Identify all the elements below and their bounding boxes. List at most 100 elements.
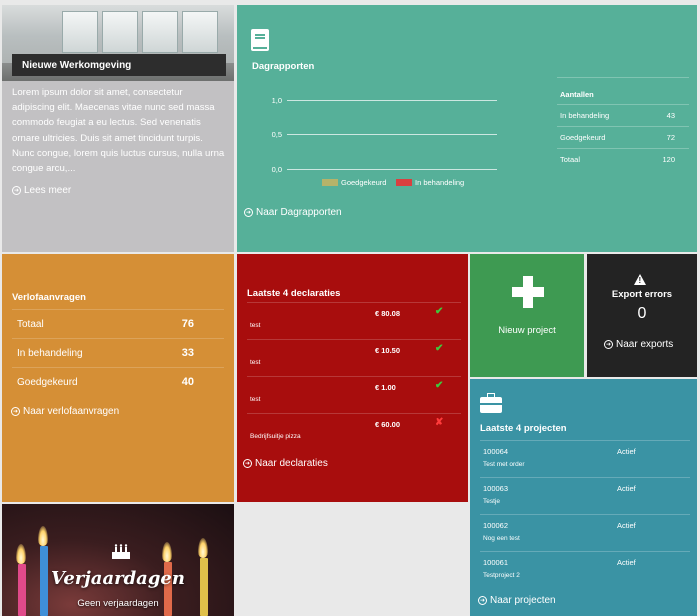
verjaardagen-subtitle: Geen verjaardagen [77,598,159,609]
arrow-circle-icon: ➜ [11,407,20,416]
project-status: Actief [617,484,636,493]
verlof-label: Goedgekeurd [17,376,78,388]
new-project-button[interactable]: Nieuw project [470,254,584,377]
new-project-label: Nieuw project [498,325,556,336]
book-icon [251,29,269,51]
plus-icon [512,276,544,308]
dagrapporten-tile: Dagrapporten 1,0 0,5 0,0 Goedgekeurd In … [237,5,697,252]
declaratie-item: € 80.08 ✔ test [247,302,461,339]
project-item: 100061 Actief Testproject 2 [480,551,690,588]
check-icon: ✔ [435,380,444,391]
projecten-link-label: Naar projecten [490,595,556,606]
counts-row: Totaal 120 [557,148,689,170]
declaraties-link-label: Naar declaraties [255,458,328,469]
export-count: 0 [637,305,647,322]
declaratie-amount: € 1.00 [375,383,396,392]
counts-value: 72 [666,133,675,142]
arrow-circle-icon: ➜ [478,596,487,605]
candle-flame [16,544,26,564]
project-number: 100062 [483,521,509,530]
project-number: 100061 [483,558,509,567]
projecten-title: Laatste 4 projecten [480,423,567,434]
counts-row: Goedgekeurd 72 [557,126,689,148]
project-number: 100064 [483,447,509,456]
project-status: Actief [617,447,636,456]
project-item: 100063 Actief Testje [480,477,690,514]
window-decoration [142,11,178,53]
briefcase-icon [480,393,502,413]
declaraties-tile: Laatste 4 declaraties € 80.08 ✔ test € 1… [237,254,468,502]
y-tick-label: 0,5 [271,130,282,139]
news-body: Lorem ipsum dolor sit amet, consectetur … [12,87,225,175]
dagrapporten-link[interactable]: ➜ Naar Dagrapporten [244,207,342,218]
declaratie-desc: test [250,396,261,403]
project-status: Actief [617,558,636,567]
check-icon: ✔ [435,306,444,317]
legend-label: Goedgekeurd [341,178,387,187]
declaratie-item: € 1.00 ✔ test [247,376,461,413]
verlof-link-label: Naar verlofaanvragen [23,406,120,417]
project-item: 100064 Actief Test met order [480,440,690,477]
declaraties-title: Laatste 4 declaraties [247,288,341,299]
project-name: Testje [483,498,500,505]
arrow-circle-icon: ➜ [604,340,613,349]
read-more-label: Lees meer [24,185,72,196]
declaraties-link[interactable]: ➜ Naar declaraties [243,458,328,469]
declaratie-desc: test [250,322,261,329]
project-name: Nog een test [483,535,520,542]
legend-swatch [396,179,412,186]
verlof-value: 33 [181,347,194,359]
candle-flame [198,538,208,558]
cross-icon: ✘ [435,417,444,428]
declaraties-list: € 80.08 ✔ test € 10.50 ✔ test € 1.00 ✔ t… [247,302,461,450]
legend-swatch [322,179,338,186]
project-status: Actief [617,521,636,530]
verlof-list: Totaal 76 In behandeling 33 Goedgekeurd … [12,309,224,396]
counts-label: Goedgekeurd [560,133,606,142]
dagrapporten-link-label: Naar Dagrapporten [256,207,342,218]
counts-label: Totaal [560,155,581,164]
legend-item: In behandeling [396,178,464,187]
export-title: Export errors [611,289,673,300]
declaratie-desc: test [250,359,261,366]
arrow-circle-icon: ➜ [243,459,252,468]
news-tile: Nieuwe Werkomgeving Lorem ipsum dolor si… [2,5,234,252]
verjaardagen-title: Verjaardagen [51,568,185,589]
dagrapporten-title: Dagrapporten [252,61,315,72]
projecten-link[interactable]: ➜ Naar projecten [478,595,556,606]
project-name: Test met order [483,461,525,468]
legend-item: Goedgekeurd [322,178,386,187]
project-name: Testproject 2 [483,572,520,579]
projecten-list: 100064 Actief Test met order 100063 Acti… [480,440,690,588]
declaratie-desc: Bedrijfsuitje pizza [250,433,301,440]
counts-value: 43 [666,111,675,120]
verjaardagen-tile: Verjaardagen Geen verjaardagen [2,504,234,616]
grid-line [287,134,497,135]
export-errors-tile: ! Export errors 0 ➜ Naar exports [587,254,697,377]
projecten-tile: Laatste 4 projecten 100064 Actief Test m… [470,379,697,616]
declaratie-amount: € 60.00 [375,420,401,429]
cake-icon [112,544,130,559]
verlof-value: 40 [181,376,194,388]
check-icon: ✔ [435,343,444,354]
verlof-value: 76 [181,318,194,330]
y-tick-label: 1,0 [271,96,282,105]
counts-row: In behandeling 43 [557,104,689,126]
declaratie-item: € 60.00 ✘ Bedrijfsuitje pizza [247,413,461,450]
verlof-tile: Verlofaanvragen Totaal 76 In behandeling… [2,254,234,502]
grid-line [287,169,497,170]
verlof-row: Totaal 76 [12,309,224,338]
exports-link[interactable]: ➜ Naar exports [604,339,673,350]
arrow-circle-icon: ➜ [12,186,21,195]
counts-value: 120 [662,155,675,164]
candle-flame [162,542,172,562]
candle-flame [38,526,48,546]
window-decoration [62,11,98,53]
verlof-link[interactable]: ➜ Naar verlofaanvragen [11,406,119,417]
read-more-link[interactable]: ➜ Lees meer [12,185,71,196]
legend-label: In behandeling [415,178,465,187]
warning-icon: ! [634,274,646,285]
grid-line [287,100,497,101]
declaratie-amount: € 10.50 [375,346,401,355]
arrow-circle-icon: ➜ [244,208,253,217]
